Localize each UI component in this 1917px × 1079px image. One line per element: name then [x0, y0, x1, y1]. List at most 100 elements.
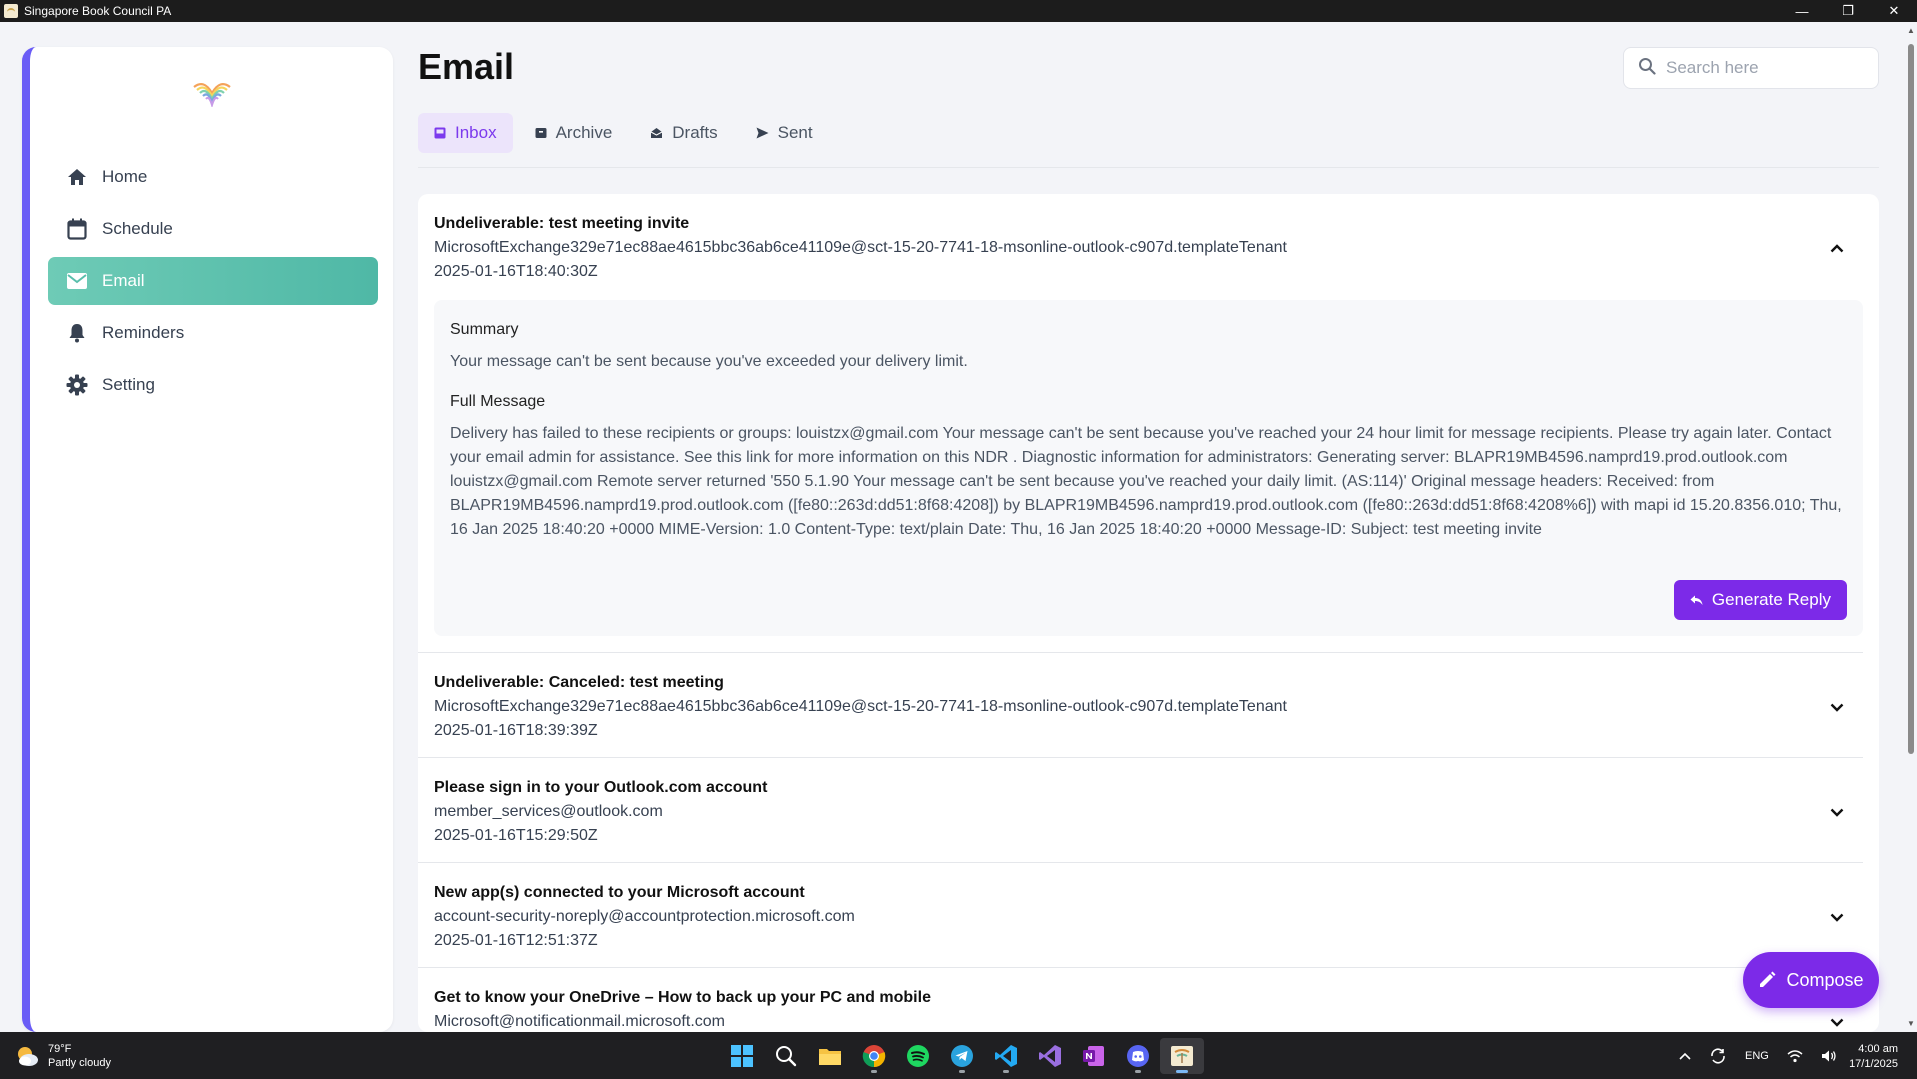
send-icon [756, 127, 769, 139]
rainbow-book-logo [193, 83, 231, 107]
bell-icon [66, 322, 88, 344]
full-message-text: Delivery has failed to these recipients … [450, 425, 1842, 538]
sidebar-item-label: Setting [102, 375, 155, 394]
sidebar-item-label: Email [102, 271, 145, 290]
telegram-icon[interactable] [940, 1038, 984, 1074]
email-date: 2025-01-16T15:29:50Z [434, 827, 598, 844]
windows-start-icon[interactable] [720, 1038, 764, 1074]
search-input[interactable] [1666, 58, 1856, 78]
email-subject: Please sign in to your Outlook.com accou… [434, 779, 768, 796]
calendar-icon [66, 218, 88, 240]
wifi-icon[interactable] [1787, 1049, 1803, 1063]
chevron-up-tray-icon[interactable] [1679, 1052, 1691, 1060]
chevron-down-icon[interactable] [1825, 905, 1849, 929]
email-sender: MicrosoftExchange329e71ec88ae4615bbc36ab… [434, 239, 1287, 256]
sidebar-item-schedule[interactable]: Schedule [48, 205, 378, 253]
scroll-down-icon[interactable]: ▼ [1907, 1019, 1915, 1028]
compose-button[interactable]: Compose [1743, 952, 1879, 1008]
file-explorer-icon[interactable] [808, 1038, 852, 1074]
sidebar-item-label: Home [102, 167, 148, 186]
compose-label: Compose [1786, 969, 1864, 990]
home-icon [66, 166, 88, 188]
generate-reply-button[interactable]: Generate Reply [1673, 580, 1847, 620]
partly-cloudy-icon [18, 1047, 38, 1066]
email-tabs: Inbox Archive Drafts Sent [418, 113, 835, 153]
sidebar-item-setting[interactable]: Setting [48, 361, 378, 409]
email-subject: Undeliverable: test meeting invite [434, 215, 690, 232]
clock-time: 4:00 am [1858, 1043, 1898, 1055]
onenote-icon[interactable] [1072, 1038, 1116, 1074]
discord-icon[interactable] [1116, 1038, 1160, 1074]
window-title: Singapore Book Council PA [24, 4, 172, 18]
search-icon [1638, 57, 1656, 80]
scrollbar[interactable]: ▲ ▼ [1905, 22, 1917, 1032]
scroll-up-icon[interactable]: ▲ [1907, 26, 1915, 35]
weather-widget[interactable]: 79°F Partly cloudy [14, 1042, 111, 1070]
taskbar: 79°F Partly cloudy ENG 4:00 am 17/1/2025 [0, 1032, 1917, 1079]
email-item[interactable]: New app(s) connected to your Microsoft a… [418, 863, 1863, 968]
chevron-down-icon[interactable] [1825, 695, 1849, 719]
tab-label: Archive [555, 123, 613, 142]
tab-archive[interactable]: Archive [519, 113, 629, 153]
sidebar-item-reminders[interactable]: Reminders [48, 309, 378, 357]
gear-icon [66, 374, 88, 396]
taskbar-clock[interactable]: 4:00 am 17/1/2025 [1836, 1042, 1898, 1072]
app-logo-icon [4, 4, 18, 18]
tab-inbox[interactable]: Inbox [418, 113, 513, 153]
email-sender: MicrosoftExchange329e71ec88ae4615bbc36ab… [434, 698, 1287, 715]
email-sender: Microsoft@notificationmail.microsoft.com [434, 1013, 725, 1030]
tab-label: Inbox [455, 123, 497, 142]
mail-icon [66, 270, 88, 292]
email-subject: Undeliverable: Canceled: test meeting [434, 674, 724, 691]
clock-date: 17/1/2025 [1849, 1058, 1898, 1070]
tab-drafts[interactable]: Drafts [634, 113, 733, 153]
email-item[interactable]: Undeliverable: Canceled: test meeting Mi… [418, 653, 1863, 758]
title-bar: Singapore Book Council PA — ❐ ✕ [0, 0, 1917, 22]
chrome-icon[interactable] [852, 1038, 896, 1074]
taskbar-apps [720, 1038, 1204, 1074]
tabs-divider [418, 167, 1879, 168]
summary-heading: Summary [450, 321, 519, 338]
inbox-icon [434, 127, 446, 139]
tab-label: Sent [777, 123, 813, 142]
chevron-down-icon[interactable] [1825, 800, 1849, 824]
full-message-heading: Full Message [450, 393, 546, 410]
chevron-down-icon[interactable] [1825, 1010, 1849, 1032]
email-sender: member_services@outlook.com [434, 803, 663, 820]
volume-icon[interactable] [1821, 1049, 1837, 1063]
language-indicator[interactable]: ENG [1745, 1050, 1769, 1062]
spotify-icon[interactable] [896, 1038, 940, 1074]
tab-sent[interactable]: Sent [740, 113, 829, 153]
restore-button[interactable]: ❐ [1825, 0, 1871, 22]
sidebar-item-label: Reminders [102, 323, 185, 342]
drafts-icon [650, 127, 663, 139]
email-item[interactable]: Get to know your OneDrive – How to back … [418, 968, 1863, 1032]
sidebar: Home Schedule Email Reminders Setting [22, 47, 393, 1032]
weather-temp: 79°F [48, 1043, 72, 1055]
sidebar-item-home[interactable]: Home [48, 153, 378, 201]
email-item[interactable]: Undeliverable: test meeting invite Micro… [418, 194, 1863, 653]
email-list: Undeliverable: test meeting invite Micro… [418, 194, 1879, 1032]
sidebar-nav: Home Schedule Email Reminders Setting [48, 153, 378, 413]
generate-reply-label: Generate Reply [1711, 590, 1831, 609]
close-button[interactable]: ✕ [1871, 0, 1917, 22]
email-date: 2025-01-16T12:51:37Z [434, 932, 598, 949]
email-detail: Summary Your message can't be sent becau… [434, 300, 1863, 636]
reply-icon [1690, 595, 1703, 606]
vscode-icon[interactable] [984, 1038, 1028, 1074]
visual-studio-icon[interactable] [1028, 1038, 1072, 1074]
sidebar-item-label: Schedule [102, 219, 173, 238]
email-date: 2025-01-16T18:40:30Z [434, 263, 598, 280]
chevron-up-icon[interactable] [1825, 236, 1849, 260]
scrollbar-thumb[interactable] [1908, 44, 1914, 754]
tab-label: Drafts [672, 123, 718, 142]
email-item[interactable]: Please sign in to your Outlook.com accou… [418, 758, 1863, 863]
book-council-app-icon[interactable] [1160, 1038, 1204, 1074]
search-box[interactable] [1623, 47, 1879, 89]
email-sender: account-security-noreply@accountprotecti… [434, 908, 855, 925]
sync-icon[interactable] [1709, 1047, 1727, 1065]
sidebar-item-email[interactable]: Email [48, 257, 378, 305]
minimize-button[interactable]: — [1779, 0, 1825, 22]
search-taskbar-icon[interactable] [764, 1038, 808, 1074]
email-subject: New app(s) connected to your Microsoft a… [434, 884, 805, 901]
